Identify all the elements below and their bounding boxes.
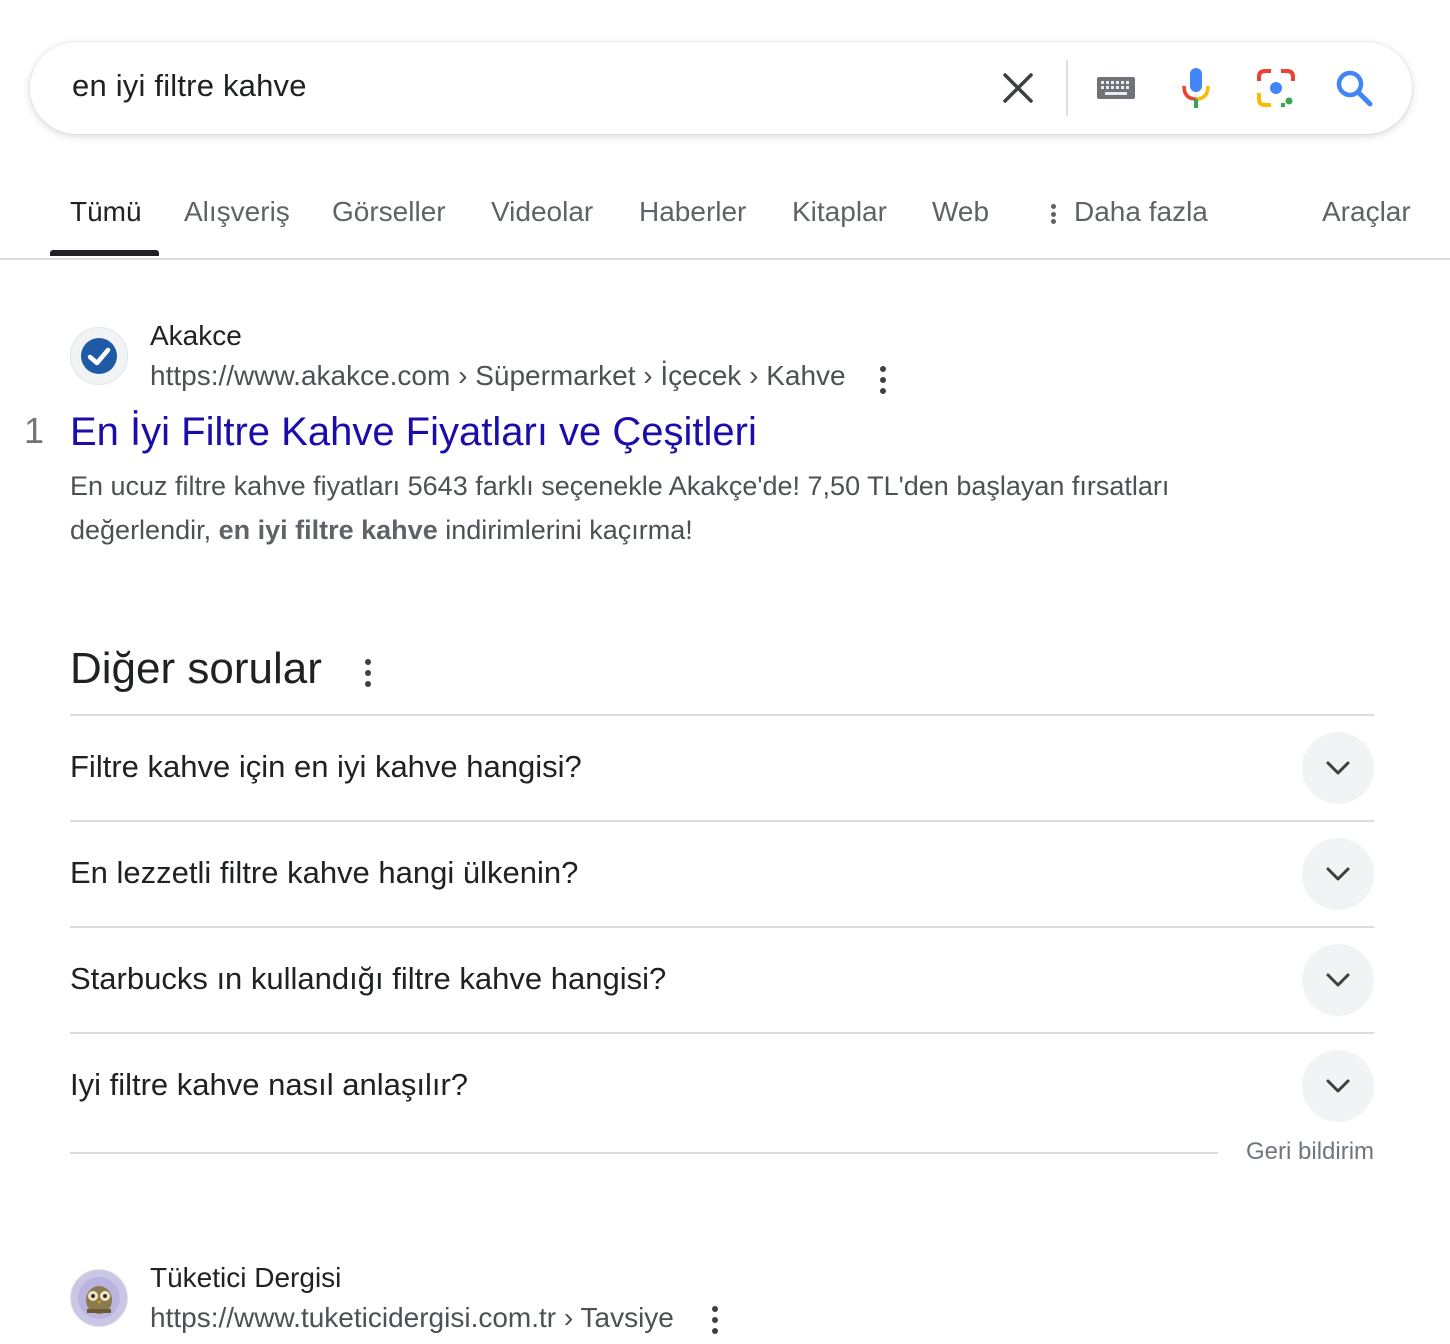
site-name: Tüketici Dergisi	[150, 1262, 342, 1293]
site-name: Akakce	[150, 320, 242, 351]
result-snippet: En ucuz filtre kahve fiyatları 5643 fark…	[70, 464, 1230, 552]
close-icon[interactable]	[994, 64, 1042, 112]
paa-question[interactable]: Iyi filtre kahve nasıl anlaşılır?	[70, 1067, 468, 1103]
tab-shopping[interactable]: Alışveriş	[184, 196, 290, 228]
search-divider	[1066, 60, 1068, 116]
snippet-text-end: indirimlerini kaçırma!	[437, 515, 693, 545]
tools-button[interactable]: Araçlar	[1322, 196, 1411, 228]
tab-books[interactable]: Kitaplar	[792, 196, 887, 228]
search-tabs: Tümü Alışveriş Görseller Videolar Haberl…	[0, 180, 1450, 260]
site-url[interactable]: https://www.akakce.com › Süpermarket › İ…	[150, 360, 846, 392]
paa-question[interactable]: Filtre kahve için en iyi kahve hangisi?	[70, 749, 582, 785]
microphone-icon[interactable]	[1172, 64, 1220, 112]
chevron-down-icon[interactable]	[1302, 1050, 1374, 1122]
search-icon[interactable]	[1330, 64, 1378, 112]
tuketici-dergisi-favicon	[70, 1269, 128, 1327]
akakce-favicon	[70, 327, 128, 385]
tab-images[interactable]: Görseller	[332, 196, 446, 228]
paa-question[interactable]: En lezzetli filtre kahve hangi ülkenin?	[70, 855, 578, 891]
paa-options-icon[interactable]	[358, 655, 378, 691]
chevron-down-icon[interactable]	[1302, 732, 1374, 804]
tab-videos[interactable]: Videolar	[491, 196, 593, 228]
site-url[interactable]: https://www.tuketicidergisi.com.tr › Tav…	[150, 1302, 674, 1334]
chevron-down-icon[interactable]	[1302, 944, 1374, 1016]
paa-heading: Diğer sorular	[70, 644, 322, 693]
paa-divider	[70, 926, 1374, 928]
tab-more[interactable]: Daha fazla	[1074, 196, 1208, 228]
tab-web[interactable]: Web	[932, 196, 989, 228]
paa-divider	[70, 820, 1374, 822]
snippet-highlight: en iyi filtre kahve	[218, 515, 438, 545]
google-lens-icon[interactable]	[1252, 64, 1300, 112]
tab-news[interactable]: Haberler	[639, 196, 746, 228]
result-options-icon[interactable]	[705, 1302, 725, 1338]
search-bar[interactable]: en iyi filtre kahve	[30, 42, 1412, 134]
keyboard-icon[interactable]	[1092, 64, 1140, 112]
feedback-divider	[70, 1152, 1218, 1154]
paa-question[interactable]: Starbucks ın kullandığı filtre kahve han…	[70, 961, 666, 997]
paa-divider	[70, 714, 1374, 716]
paa-divider	[70, 1032, 1374, 1034]
result-rank: 1	[24, 410, 45, 451]
chevron-down-icon[interactable]	[1302, 838, 1374, 910]
feedback-link[interactable]: Geri bildirim	[1246, 1138, 1374, 1166]
search-input[interactable]: en iyi filtre kahve	[72, 68, 307, 104]
result-options-icon[interactable]	[873, 362, 893, 398]
active-tab-indicator	[50, 250, 159, 256]
more-vert-icon[interactable]	[1043, 200, 1063, 228]
result-title-link[interactable]: En İyi Filtre Kahve Fiyatları ve Çeşitle…	[70, 410, 757, 455]
tab-all[interactable]: Tümü	[70, 196, 142, 228]
